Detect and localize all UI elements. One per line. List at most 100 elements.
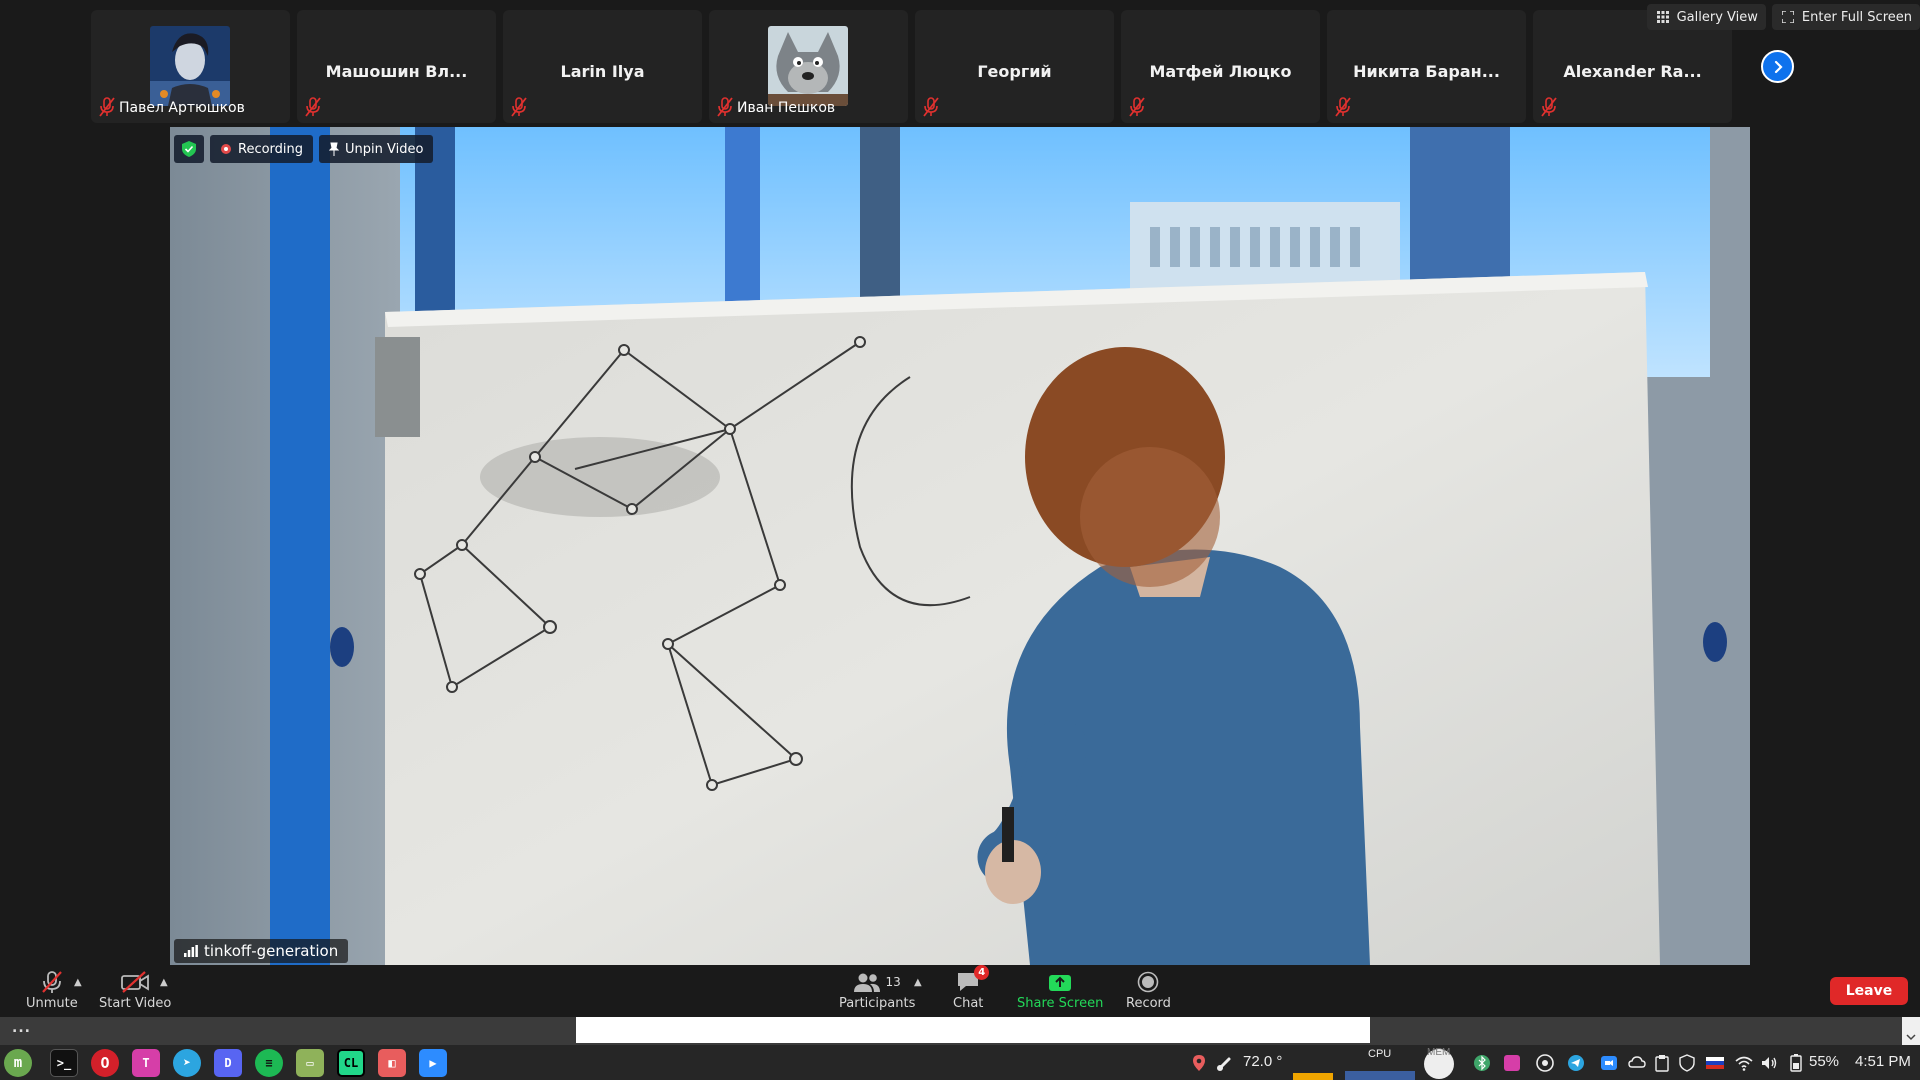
share-screen-button[interactable]: Share Screen xyxy=(1017,971,1103,1011)
start-video-label: Start Video xyxy=(99,996,172,1011)
thermometer-icon[interactable] xyxy=(1216,1054,1234,1072)
pin-icon xyxy=(329,142,340,156)
participant-name: Никита Баран... xyxy=(1353,62,1500,81)
fullscreen-icon xyxy=(1781,11,1794,23)
participants-label: Participants xyxy=(839,996,916,1011)
temperature-bar xyxy=(1293,1073,1333,1080)
audio-options-caret-icon[interactable]: ▲ xyxy=(74,977,82,988)
next-page-button[interactable] xyxy=(1761,50,1794,83)
telegram-tray-icon[interactable] xyxy=(1567,1054,1585,1072)
participant-name: Alexander Ra... xyxy=(1563,62,1702,81)
participants-count: 13 xyxy=(885,975,901,989)
encryption-shield-badge[interactable] xyxy=(174,135,204,163)
muted-mic-icon xyxy=(511,97,527,117)
cpu-monitor-label: CPU xyxy=(1368,1048,1392,1060)
muted-mic-icon xyxy=(305,97,321,117)
participant-tile[interactable]: Павел Артюшков xyxy=(91,10,290,123)
meeting-control-bar: Unmute ▲ Start Video ▲ 13 Participants ▲… xyxy=(0,965,1920,1017)
opera-browser-icon[interactable]: O xyxy=(91,1049,119,1077)
participant-tile[interactable]: Георгий xyxy=(915,10,1114,123)
panel-strip: ... xyxy=(0,1017,1920,1045)
muted-mic-icon xyxy=(1129,97,1145,117)
grid-icon xyxy=(1656,11,1669,23)
main-video[interactable]: Recording Unpin Video tinkoff-generation xyxy=(170,127,1750,965)
scroll-arrow[interactable] xyxy=(1902,1017,1920,1045)
enter-fullscreen-button[interactable]: Enter Full Screen xyxy=(1771,4,1920,30)
video-top-badges: Recording Unpin Video xyxy=(174,135,434,163)
muted-mic-icon xyxy=(1541,97,1557,117)
unpin-video-button[interactable]: Unpin Video xyxy=(319,135,434,163)
participants-icon xyxy=(853,973,880,992)
volume-icon[interactable] xyxy=(1760,1054,1778,1072)
cpu-monitor-graph[interactable] xyxy=(1345,1071,1415,1080)
participant-name: Павел Артюшков xyxy=(119,100,245,116)
participant-avatar xyxy=(150,26,230,106)
recording-label: Recording xyxy=(238,141,304,157)
unpin-video-label: Unpin Video xyxy=(345,141,424,157)
chat-button[interactable]: 4 Chat xyxy=(953,965,990,1011)
participant-avatar xyxy=(768,26,848,106)
unmute-button[interactable]: Unmute xyxy=(26,971,78,1011)
share-screen-label: Share Screen xyxy=(1017,996,1104,1011)
battery-icon[interactable] xyxy=(1787,1054,1805,1072)
recording-indicator[interactable]: Recording xyxy=(210,135,314,163)
chat-unread-badge: 4 xyxy=(974,965,990,980)
video-frame xyxy=(170,127,1750,965)
record-icon xyxy=(1138,971,1159,993)
window-preview-bar[interactable] xyxy=(576,1017,1370,1043)
video-options-caret-icon[interactable]: ▲ xyxy=(160,977,168,988)
signal-bars-icon xyxy=(184,945,198,957)
participants-button[interactable]: 13 Participants xyxy=(839,971,915,1011)
participant-tile[interactable]: Матфей Люцко xyxy=(1121,10,1320,123)
clion-icon[interactable]: CL xyxy=(337,1049,365,1077)
recording-dot-icon xyxy=(221,144,231,154)
terminal-icon[interactable]: >_ xyxy=(50,1049,78,1077)
obs-icon[interactable] xyxy=(1536,1054,1554,1072)
cloud-sync-icon[interactable] xyxy=(1628,1054,1646,1072)
more-options-icon[interactable]: ... xyxy=(12,1020,31,1036)
wifi-icon[interactable] xyxy=(1735,1054,1753,1072)
telegram-icon[interactable]: ➤ xyxy=(173,1049,201,1077)
jetbrains-toolbox-icon[interactable]: T xyxy=(132,1049,160,1077)
chevron-right-icon xyxy=(1774,60,1783,73)
participant-tile[interactable]: Larin Ilya xyxy=(503,10,702,123)
enter-fullscreen-label: Enter Full Screen xyxy=(1801,9,1912,25)
muted-mic-icon xyxy=(923,97,939,117)
zoom-icon[interactable]: ▶ xyxy=(419,1049,447,1077)
gallery-view-button[interactable]: Gallery View xyxy=(1646,4,1766,30)
record-label: Record xyxy=(1126,996,1171,1011)
battery-percentage: 55% xyxy=(1809,1053,1840,1070)
video-off-icon xyxy=(121,971,150,993)
participant-tile[interactable]: Иван Пешков xyxy=(709,10,908,123)
keyboard-layout-flag-icon[interactable] xyxy=(1706,1054,1724,1072)
app-icon[interactable]: ◧ xyxy=(378,1049,406,1077)
participant-strip: Павел Артюшков Машошин Вл... Larin Ilya … xyxy=(0,0,1920,127)
participant-name: Иван Пешков xyxy=(737,100,836,116)
file-manager-icon[interactable]: ▭ xyxy=(296,1049,324,1077)
discord-icon[interactable]: D xyxy=(214,1049,242,1077)
unmute-label: Unmute xyxy=(26,996,78,1011)
clipboard-icon[interactable] xyxy=(1653,1054,1671,1072)
bluetooth-icon[interactable] xyxy=(1473,1054,1491,1072)
meeting-name: tinkoff-generation xyxy=(204,942,339,960)
memory-monitor-label: MEM xyxy=(1427,1047,1451,1058)
jetbrains-tray-icon[interactable] xyxy=(1503,1054,1521,1072)
location-pin-icon[interactable] xyxy=(1190,1054,1208,1072)
record-button[interactable]: Record xyxy=(1126,971,1171,1011)
zoom-tray-icon[interactable] xyxy=(1600,1054,1618,1072)
participants-options-caret-icon[interactable]: ▲ xyxy=(914,977,922,988)
shield-icon xyxy=(182,141,196,157)
security-shield-icon[interactable] xyxy=(1678,1054,1696,1072)
participant-name: Матфей Люцко xyxy=(1149,62,1292,81)
participant-tile[interactable]: Машошин Вл... xyxy=(297,10,496,123)
participant-name: Машошин Вл... xyxy=(325,62,468,81)
chevron-down-icon xyxy=(1906,1034,1916,1041)
participant-name: Larin Ilya xyxy=(560,62,645,81)
leave-meeting-button[interactable]: Leave xyxy=(1830,977,1908,1005)
system-clock[interactable]: 4:51 PM xyxy=(1855,1053,1911,1070)
spotify-icon[interactable]: ≡ xyxy=(255,1049,283,1077)
linux-mint-menu-icon[interactable]: m xyxy=(4,1049,32,1077)
muted-mic-icon xyxy=(42,971,62,993)
participant-name: Георгий xyxy=(977,62,1052,81)
participant-tile[interactable]: Никита Баран... xyxy=(1327,10,1526,123)
